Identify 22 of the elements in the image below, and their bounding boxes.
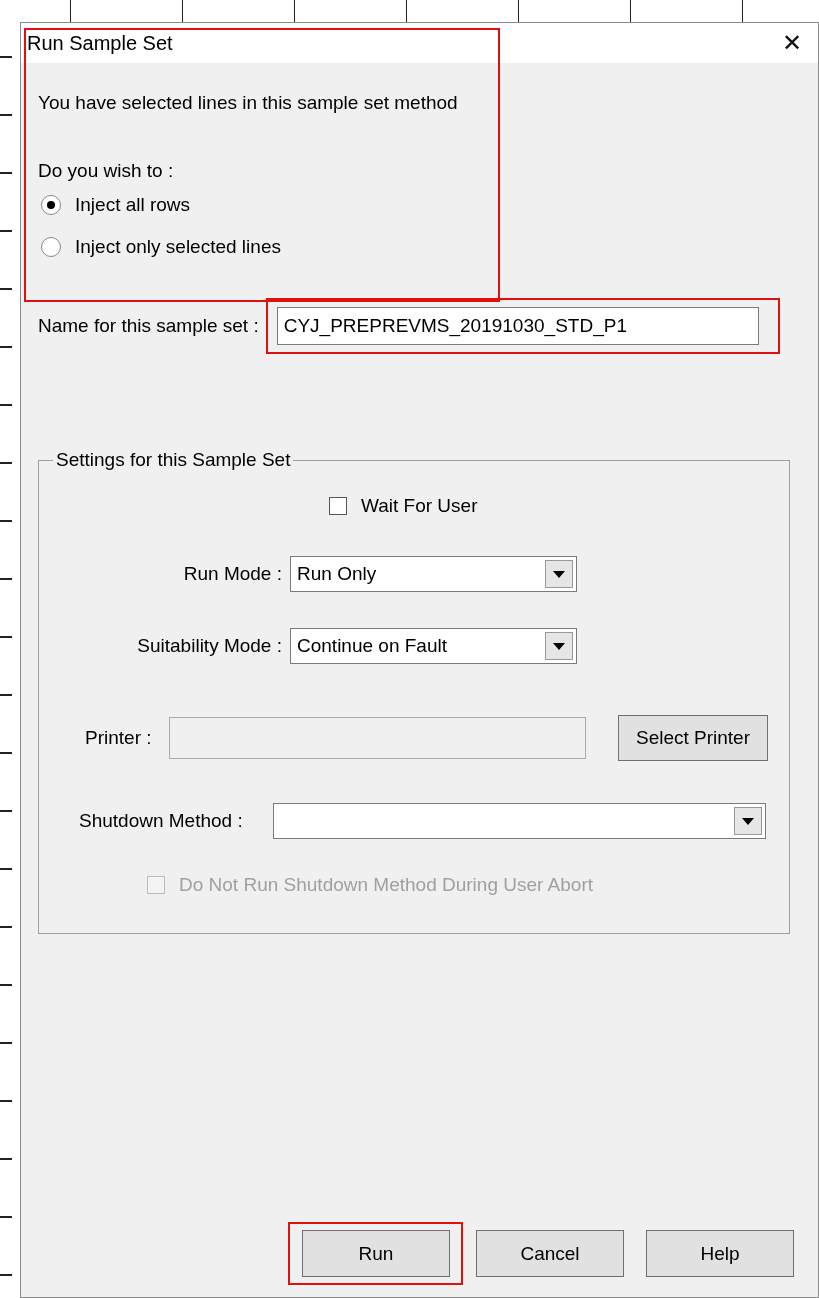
radio-button[interactable] <box>41 237 61 257</box>
dialog-button[interactable]: Help <box>646 1230 794 1277</box>
name-input-field[interactable]: CYJ_PREPREVMS_20191030_STD_P1 <box>276 307 759 345</box>
close-button[interactable]: ✕ <box>765 29 818 57</box>
checkbox[interactable] <box>329 497 347 515</box>
shutdown-method-dropdown[interactable] <box>273 803 766 839</box>
message-text: You have selected lines in this sample set method <box>38 91 459 115</box>
run-mode-label: Run Mode : <box>182 563 283 585</box>
checkbox-label[interactable]: Wait For User <box>361 495 478 517</box>
radio-button[interactable] <box>41 195 61 215</box>
name-label: Name for this sample set : <box>38 315 259 337</box>
question-text: Do you wish to : <box>38 159 175 183</box>
radio-label[interactable]: Inject only selected lines <box>75 236 281 258</box>
suitability-mode-label: Suitability Mode : <box>136 635 283 657</box>
dialog-button[interactable]: Cancel <box>476 1230 624 1277</box>
suitability-mode-dropdown[interactable]: Continue on Fault <box>290 628 577 664</box>
printer-label: Printer : <box>85 727 153 749</box>
radio-label[interactable]: Inject all rows <box>75 194 191 216</box>
shutdown-method-label: Shutdown Method : <box>79 810 244 832</box>
run-mode-dropdown[interactable]: Run Only <box>290 556 577 592</box>
dialog-button[interactable]: Run <box>302 1230 450 1277</box>
window-title: Run Sample Set <box>27 31 173 55</box>
